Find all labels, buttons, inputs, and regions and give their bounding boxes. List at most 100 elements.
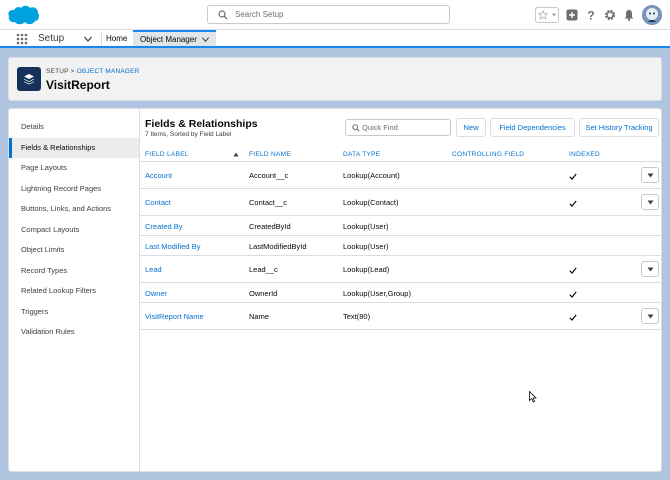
field-data-type: Lookup(Lead) bbox=[343, 265, 390, 274]
field-data-type: Lookup(Contact) bbox=[343, 198, 399, 207]
field-data-type: Lookup(User) bbox=[343, 222, 389, 231]
field-label-link[interactable]: Lead bbox=[145, 265, 162, 274]
sidebar-item-fields-relationships[interactable]: Fields & Relationships bbox=[9, 137, 139, 158]
astro-avatar-icon bbox=[642, 5, 662, 25]
quick-find-input[interactable] bbox=[362, 122, 448, 133]
page-title: VisitReport bbox=[46, 78, 110, 92]
column-header-controlling-field[interactable]: CONTROLLING FIELD bbox=[452, 151, 524, 158]
app-navigation-bar: Setup Home Object Manager bbox=[0, 30, 670, 48]
object-sidebar: Details Fields & Relationships Page Layo… bbox=[9, 109, 140, 471]
table-row: Created By CreatedById Lookup(User) bbox=[140, 216, 661, 236]
search-icon bbox=[218, 10, 228, 20]
field-label-link[interactable]: Last Modified By bbox=[145, 242, 200, 251]
checkmark-icon bbox=[569, 173, 577, 180]
table-row: Last Modified By LastModifiedById Lookup… bbox=[140, 236, 661, 256]
nav-item-home[interactable]: Home bbox=[106, 34, 127, 43]
salesforce-logo[interactable] bbox=[8, 4, 40, 26]
row-actions-menu-button[interactable] bbox=[641, 194, 659, 210]
set-history-tracking-button[interactable]: Set History Tracking bbox=[579, 118, 659, 137]
section-subtitle: 7 Items, Sorted by Field Label bbox=[145, 131, 232, 138]
column-header-data-type[interactable]: DATA TYPE bbox=[343, 151, 380, 158]
field-dependencies-button[interactable]: Field Dependencies bbox=[490, 118, 575, 137]
quick-find-field[interactable] bbox=[345, 119, 451, 136]
gear-icon[interactable] bbox=[604, 9, 616, 21]
chevron-down-icon[interactable] bbox=[201, 35, 210, 44]
field-data-type: Lookup(Account) bbox=[343, 171, 400, 180]
content-panel: Details Fields & Relationships Page Layo… bbox=[8, 108, 662, 472]
field-label-link[interactable]: Contact bbox=[145, 198, 171, 207]
nav-item-object-manager[interactable]: Object Manager bbox=[133, 30, 216, 46]
sidebar-item-related-lookup-filters[interactable]: Related Lookup Filters bbox=[9, 281, 139, 302]
fields-relationships-section: Fields & Relationships 7 Items, Sorted b… bbox=[140, 109, 661, 471]
breadcrumb: SETUP > OBJECT MANAGER bbox=[46, 68, 140, 75]
column-header-field-name[interactable]: FIELD NAME bbox=[249, 151, 291, 158]
star-icon bbox=[537, 10, 548, 20]
chevron-down-icon bbox=[647, 267, 654, 272]
nav-item-label: Object Manager bbox=[140, 35, 197, 44]
breadcrumb-separator: > bbox=[68, 68, 77, 75]
chevron-down-icon bbox=[647, 173, 654, 178]
section-title: Fields & Relationships bbox=[145, 118, 258, 130]
column-header-field-label[interactable]: FIELD LABEL bbox=[145, 151, 189, 158]
checkmark-icon bbox=[569, 200, 577, 207]
field-api-name: LastModifiedById bbox=[249, 242, 307, 251]
svg-text:?: ? bbox=[587, 9, 594, 21]
new-field-button[interactable]: New bbox=[456, 118, 486, 137]
sidebar-item-details[interactable]: Details bbox=[9, 117, 139, 138]
app-launcher-waffle-icon[interactable] bbox=[16, 33, 28, 45]
field-api-name: Name bbox=[249, 312, 270, 321]
search-placeholder: Search Setup bbox=[235, 10, 284, 19]
chevron-down-icon bbox=[647, 314, 654, 319]
sidebar-item-record-types[interactable]: Record Types bbox=[9, 261, 139, 282]
checkmark-icon bbox=[569, 314, 577, 321]
field-label-link[interactable]: VisitReport Name bbox=[145, 312, 204, 321]
sidebar-item-page-layouts[interactable]: Page Layouts bbox=[9, 158, 139, 179]
column-header-indexed[interactable]: INDEXED bbox=[569, 151, 600, 158]
app-name: Setup bbox=[38, 33, 65, 44]
sidebar-item-validation-rules[interactable]: Validation Rules bbox=[9, 322, 139, 343]
field-label-link[interactable]: Account bbox=[145, 171, 172, 180]
sidebar-item-compact-layouts[interactable]: Compact Layouts bbox=[9, 220, 139, 241]
help-icon[interactable]: ? bbox=[585, 9, 597, 21]
field-data-type: Text(80) bbox=[343, 312, 371, 321]
notifications-bell-icon[interactable] bbox=[623, 9, 635, 21]
object-icon bbox=[17, 67, 41, 91]
table-row: Contact Contact__c Lookup(Contact) bbox=[140, 189, 661, 216]
layers-icon bbox=[24, 74, 34, 85]
favorites-button[interactable] bbox=[535, 7, 559, 23]
global-actions-plus-icon[interactable] bbox=[566, 9, 578, 21]
field-data-type: Lookup(User) bbox=[343, 242, 389, 251]
checkmark-icon bbox=[569, 291, 577, 298]
table-row: Account Account__c Lookup(Account) bbox=[140, 162, 661, 189]
sidebar-item-object-limits[interactable]: Object Limits bbox=[9, 240, 139, 261]
global-header: Search Setup ? bbox=[0, 0, 670, 30]
sidebar-item-triggers[interactable]: Triggers bbox=[9, 302, 139, 323]
chevron-down-icon bbox=[647, 200, 654, 205]
breadcrumb-setup: SETUP bbox=[46, 68, 69, 75]
breadcrumb-object-manager-link[interactable]: OBJECT MANAGER bbox=[77, 68, 140, 75]
search-setup-input[interactable]: Search Setup bbox=[207, 5, 450, 24]
sidebar-item-buttons-links-actions[interactable]: Buttons, Links, and Actions bbox=[9, 199, 139, 220]
table-header: FIELD LABEL FIELD NAME DATA TYPE CONTROL… bbox=[140, 147, 661, 162]
chevron-down-icon bbox=[551, 13, 556, 17]
field-api-name: Account__c bbox=[249, 171, 289, 180]
table-row: VisitReport Name Name Text(80) bbox=[140, 303, 661, 330]
sidebar-item-lightning-record-pages[interactable]: Lightning Record Pages bbox=[9, 179, 139, 200]
field-data-type: Lookup(User,Group) bbox=[343, 289, 411, 298]
field-label-link[interactable]: Owner bbox=[145, 289, 167, 298]
user-avatar[interactable] bbox=[642, 5, 662, 25]
field-api-name: CreatedById bbox=[249, 222, 291, 231]
field-api-name: Contact__c bbox=[249, 198, 287, 207]
header-utility-icons: ? bbox=[535, 5, 662, 25]
row-actions-menu-button[interactable] bbox=[641, 261, 659, 277]
table-row: Owner OwnerId Lookup(User,Group) bbox=[140, 283, 661, 303]
row-actions-menu-button[interactable] bbox=[641, 308, 659, 324]
row-actions-menu-button[interactable] bbox=[641, 167, 659, 183]
field-api-name: Lead__c bbox=[249, 265, 278, 274]
object-page-header: SETUP > OBJECT MANAGER VisitReport bbox=[8, 57, 662, 101]
field-api-name: OwnerId bbox=[249, 289, 278, 298]
search-icon bbox=[352, 124, 360, 132]
chevron-down-icon[interactable] bbox=[83, 34, 93, 44]
field-label-link[interactable]: Created By bbox=[145, 222, 183, 231]
sort-ascending-icon[interactable] bbox=[233, 152, 239, 157]
